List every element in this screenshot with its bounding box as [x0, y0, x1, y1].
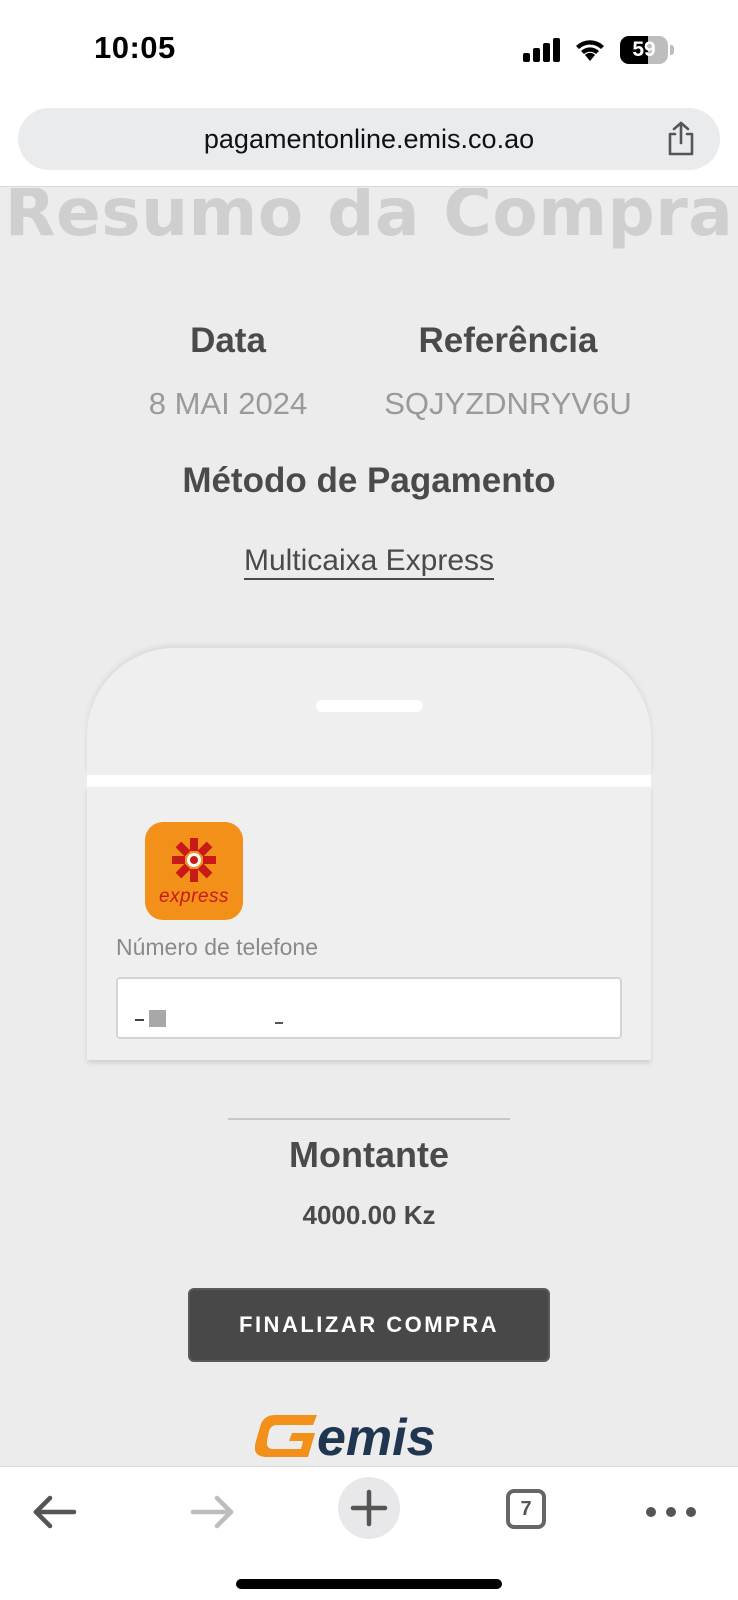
amount-value: 4000.00 Kz: [302, 1200, 436, 1230]
battery-icon: 59: [620, 36, 674, 64]
tabs-button[interactable]: 7: [491, 1475, 561, 1545]
phone-mockup-body: express Número de telefone: [87, 787, 651, 1060]
plus-icon: [350, 1489, 388, 1527]
status-bar: 10:05 59: [0, 0, 738, 100]
payment-method-label: Método de Pagamento: [182, 461, 556, 500]
cellular-signal-icon: [523, 38, 560, 62]
forward-arrow-icon[interactable]: [177, 1475, 247, 1545]
phone-number-dash: [135, 1019, 144, 1021]
payment-method-value[interactable]: Multicaixa Express: [243, 544, 495, 580]
reference-value: SQJYZDNRYV6U: [384, 386, 632, 421]
address-bar-area: pagamentonline.emis.co.ao: [0, 100, 738, 187]
express-emblem-icon: [172, 838, 216, 882]
reference-label: Referência: [418, 321, 598, 360]
emis-logo: emis: [255, 1411, 436, 1461]
more-icon[interactable]: [636, 1475, 706, 1545]
emis-logo-text: emis: [317, 1411, 436, 1461]
separator-line: [228, 1118, 510, 1120]
share-icon[interactable]: [664, 121, 698, 157]
amount-label: Montante: [289, 1134, 449, 1175]
back-arrow-icon[interactable]: [20, 1475, 90, 1545]
phone-number-input[interactable]: [116, 977, 622, 1039]
status-time: 10:05: [94, 30, 176, 65]
phone-number-dash: [275, 1022, 283, 1024]
phone-number-label: Número de telefone: [116, 934, 319, 960]
phone-mockup-top: [87, 648, 651, 775]
home-indicator: [236, 1579, 502, 1589]
url-text[interactable]: pagamentonline.emis.co.ao: [18, 108, 720, 170]
date-value: 8 MAI 2024: [148, 386, 308, 421]
browser-toolbar: 7: [0, 1466, 738, 1600]
new-tab-button[interactable]: [338, 1477, 400, 1539]
phone-mockup-card: express Número de telefone: [87, 648, 651, 1060]
tabs-count: 7: [506, 1489, 546, 1529]
payment-page: Resumo da Compra Data 8 MAI 2024 Referên…: [0, 188, 738, 1466]
payment-method-link[interactable]: Multicaixa Express: [0, 544, 738, 580]
wifi-icon: [576, 40, 604, 61]
battery-level: 59: [632, 38, 656, 61]
page-title: Resumo da Compra: [4, 188, 734, 251]
phone-divider: [87, 775, 651, 787]
multicaixa-express-logo: express: [145, 822, 243, 920]
redacted-digits: [149, 1010, 166, 1027]
address-bar[interactable]: pagamentonline.emis.co.ao: [18, 108, 720, 170]
date-label: Data: [190, 321, 266, 360]
express-logo-text: express: [158, 886, 230, 907]
finalize-purchase-button[interactable]: FINALIZAR COMPRA: [188, 1288, 550, 1362]
phone-speaker: [316, 700, 423, 712]
